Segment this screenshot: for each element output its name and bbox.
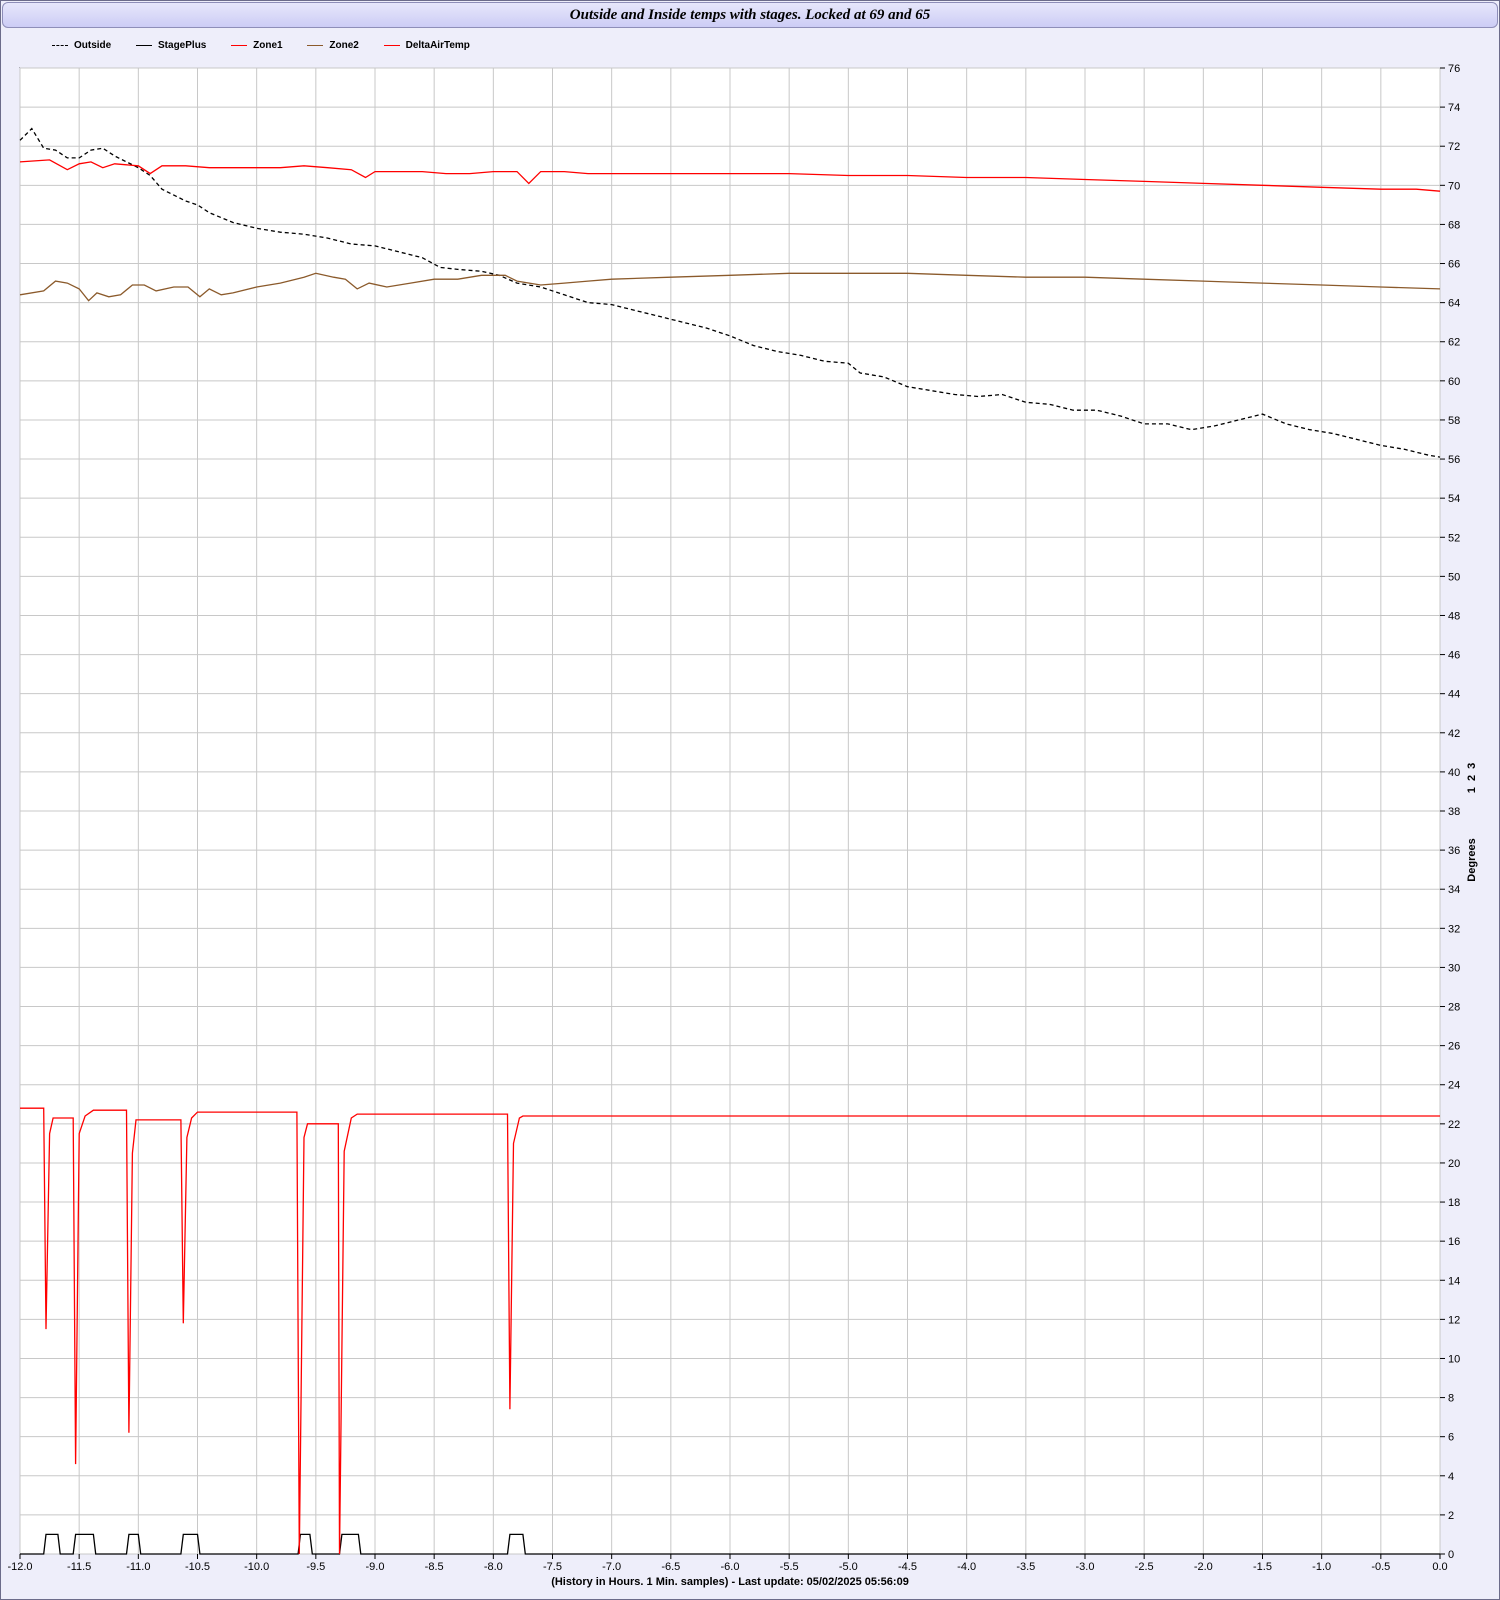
y-tick-label: 60 — [1448, 376, 1460, 388]
x-tick-label: -9.0 — [366, 1561, 385, 1573]
y-tick-label: 32 — [1448, 923, 1460, 935]
y-axis: 0246810121416182022242628303234363840424… — [1440, 63, 1460, 1561]
y-tick-label: 48 — [1448, 610, 1460, 622]
y-tick-label: 12 — [1448, 1314, 1460, 1326]
y-tick-label: 16 — [1448, 1236, 1460, 1248]
x-tick-label: -0.5 — [1371, 1561, 1390, 1573]
y-tick-label: 18 — [1448, 1197, 1460, 1209]
y-tick-label: 8 — [1448, 1393, 1454, 1405]
x-tick-label: -6.0 — [721, 1561, 740, 1573]
y-tick-label: 10 — [1448, 1353, 1460, 1365]
y-tick-label: 24 — [1448, 1080, 1460, 1092]
y-tick-label: 40 — [1448, 767, 1460, 779]
y-tick-label: 42 — [1448, 728, 1460, 740]
y-tick-label: 2 — [1448, 1510, 1454, 1522]
x-tick-label: -10.0 — [244, 1561, 269, 1573]
y-tick-label: 62 — [1448, 337, 1460, 349]
x-tick-label: -9.5 — [306, 1561, 325, 1573]
y-tick-label: 14 — [1448, 1275, 1460, 1287]
y-tick-label: 20 — [1448, 1158, 1460, 1170]
y-tick-label: 26 — [1448, 1041, 1460, 1053]
y-tick-label: 4 — [1448, 1471, 1454, 1483]
y-tick-label: 22 — [1448, 1119, 1460, 1131]
y-tick-label: 68 — [1448, 219, 1460, 231]
x-tick-label: -2.5 — [1135, 1561, 1154, 1573]
y-tick-label: 38 — [1448, 806, 1460, 818]
y-axis-stage-label: 1 2 3 — [1466, 763, 1478, 794]
x-tick-label: -11.0 — [126, 1561, 150, 1573]
chart-svg: -12.0 -11.5 -11.0 -10.5 -10.0 -9.5 -9.0 -8.5 -8.… — [7, 63, 1478, 1588]
y-tick-label: 50 — [1448, 571, 1460, 583]
y-tick-label: 28 — [1448, 1002, 1460, 1014]
y-tick-label: 72 — [1448, 141, 1460, 153]
y-tick-label: 52 — [1448, 532, 1460, 544]
x-tick-label: -4.0 — [957, 1561, 976, 1573]
x-tick-label: -5.0 — [839, 1561, 858, 1573]
y-tick-label: 30 — [1448, 962, 1460, 974]
x-tick-label: -6.5 — [661, 1561, 680, 1573]
x-tick-label: -12.0 — [7, 1561, 32, 1573]
y-tick-label: 34 — [1448, 884, 1460, 896]
y-tick-label: 58 — [1448, 415, 1460, 427]
x-tick-label: -7.0 — [602, 1561, 621, 1573]
x-tick-label: -11.5 — [67, 1561, 91, 1573]
x-tick-label: -2.0 — [1194, 1561, 1213, 1573]
y-tick-label: 36 — [1448, 845, 1460, 857]
y-tick-label: 56 — [1448, 454, 1460, 466]
x-tick-label: -1.5 — [1253, 1561, 1272, 1573]
x-axis-label: (History in Hours. 1 Min. samples) - Las… — [551, 1576, 909, 1588]
x-tick-label: -5.5 — [780, 1561, 799, 1573]
y-tick-label: 70 — [1448, 180, 1460, 192]
y-tick-label: 66 — [1448, 259, 1460, 271]
x-tick-label: -8.5 — [425, 1561, 444, 1573]
y-tick-label: 6 — [1448, 1432, 1454, 1444]
y-tick-label: 64 — [1448, 298, 1460, 310]
y-tick-label: 46 — [1448, 650, 1460, 662]
x-tick-label: -10.5 — [185, 1561, 210, 1573]
x-tick-label: -4.5 — [898, 1561, 917, 1573]
y-axis-label: Degrees — [1466, 838, 1478, 881]
x-tick-label: -3.0 — [1076, 1561, 1095, 1573]
x-tick-label: -1.0 — [1312, 1561, 1331, 1573]
x-tick-label: -3.5 — [1016, 1561, 1035, 1573]
y-tick-label: 0 — [1448, 1549, 1454, 1561]
x-tick-label: 0.0 — [1432, 1561, 1447, 1573]
y-tick-label: 74 — [1448, 102, 1460, 114]
y-tick-label: 44 — [1448, 689, 1460, 701]
y-tick-label: 76 — [1448, 63, 1460, 75]
y-tick-label: 54 — [1448, 493, 1460, 505]
x-tick-label: -8.0 — [484, 1561, 503, 1573]
x-axis: -12.0 -11.5 -11.0 -10.5 -10.0 -9.5 -9.0 -8.5 -8.… — [7, 1554, 1448, 1573]
x-tick-label: -7.5 — [543, 1561, 562, 1573]
